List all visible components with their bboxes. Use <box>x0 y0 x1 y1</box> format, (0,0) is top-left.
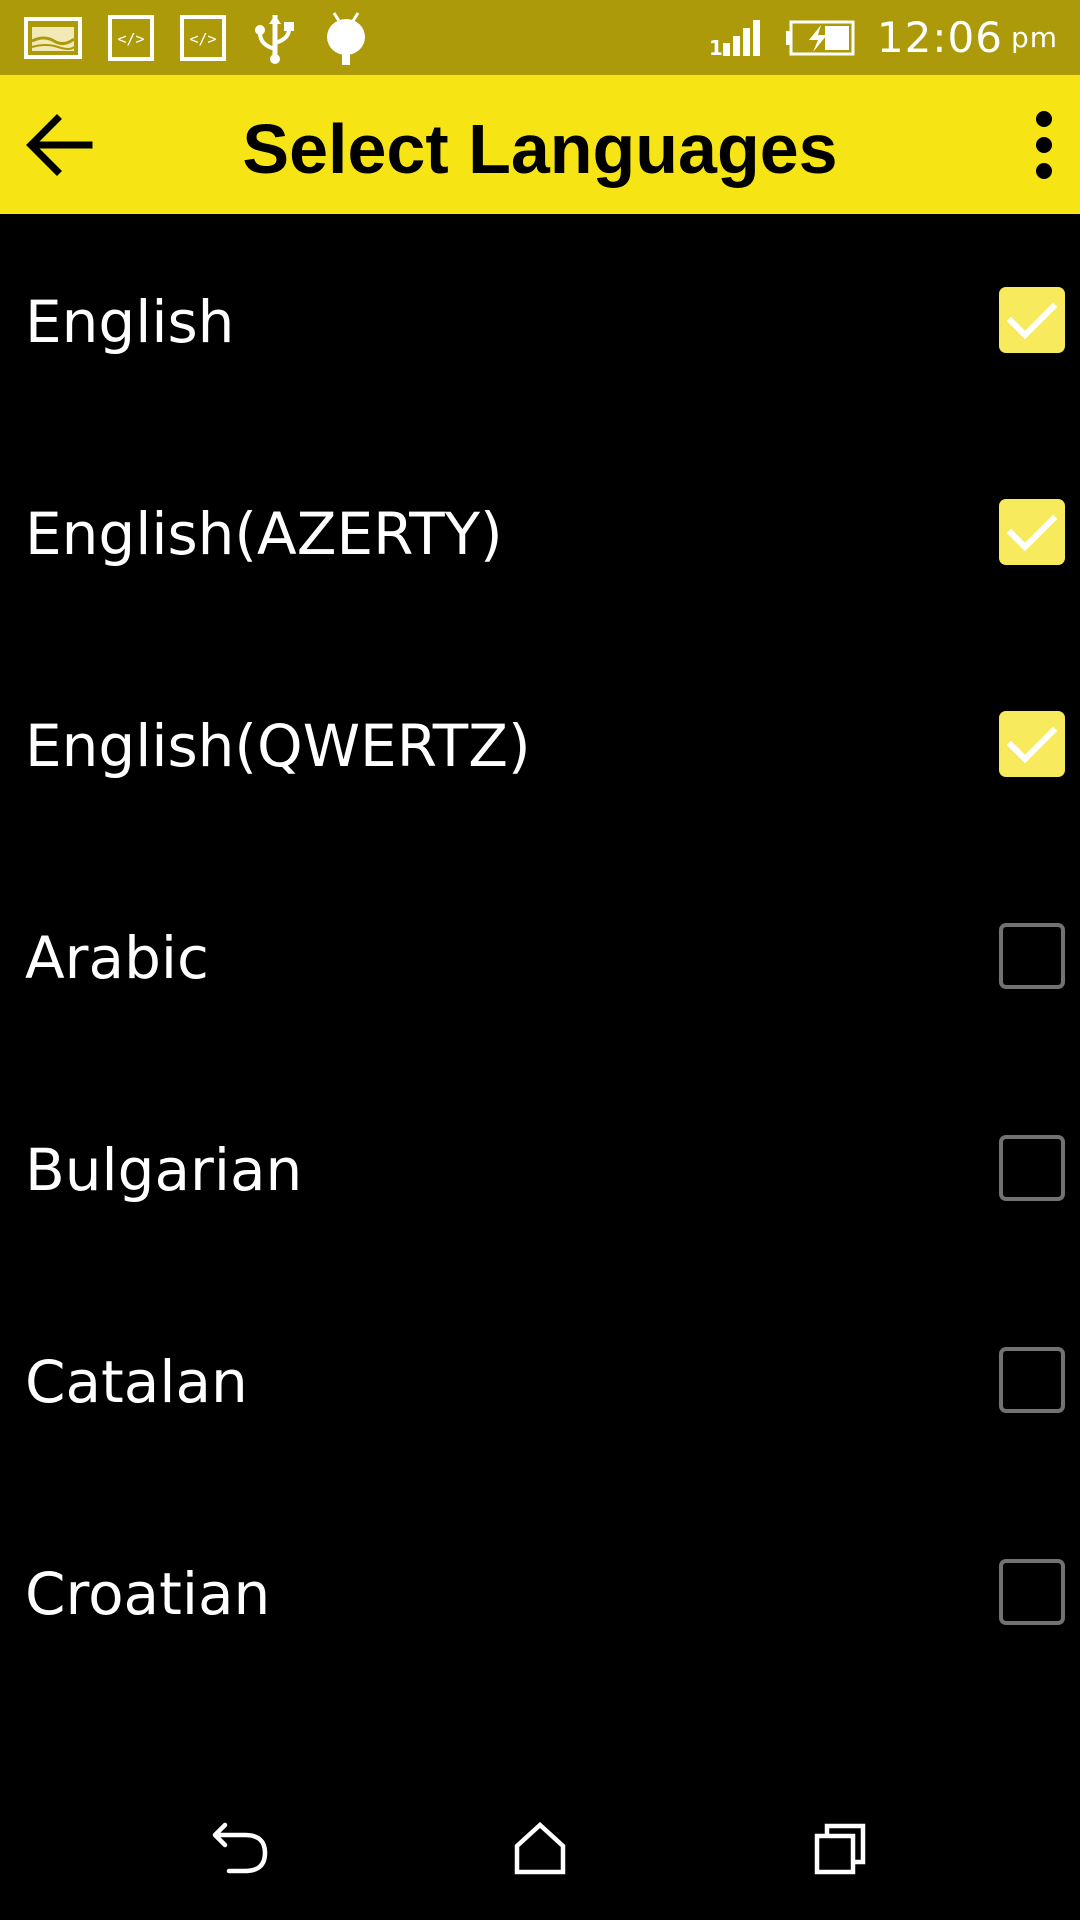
language-checkbox[interactable] <box>999 1135 1065 1201</box>
nav-home-button[interactable] <box>485 1804 595 1894</box>
language-checkbox[interactable] <box>999 287 1065 353</box>
status-system-icons: 1 12:06 pm <box>687 13 1058 62</box>
language-item[interactable]: English(AZERTY) <box>0 426 1080 638</box>
signal-icon: 1 <box>709 19 763 57</box>
nav-back-button[interactable] <box>186 1804 296 1894</box>
android-debug-icon <box>324 9 368 67</box>
battery-charging-icon <box>785 19 855 57</box>
language-label: English(AZERTY) <box>25 500 503 568</box>
language-label: English <box>25 288 235 356</box>
more-options-button[interactable] <box>1016 103 1072 187</box>
language-checkbox[interactable] <box>999 499 1065 565</box>
check-icon <box>1006 302 1058 340</box>
check-icon <box>1006 514 1058 552</box>
nav-recents-icon <box>814 1823 866 1875</box>
language-label: Croatian <box>25 1560 271 1628</box>
svg-text:</>: </> <box>117 30 144 48</box>
image-notification-icon <box>24 16 82 59</box>
nav-home-icon <box>514 1822 566 1875</box>
code-notification-icon: </> <box>108 14 154 61</box>
status-clock: 12:06 pm <box>877 13 1058 62</box>
language-list: English English(AZERTY) English(QWERTZ) … <box>0 214 1080 1774</box>
language-label: Bulgarian <box>25 1136 303 1204</box>
usb-icon <box>252 11 298 65</box>
language-item[interactable]: English <box>0 214 1080 426</box>
status-ampm: pm <box>1010 21 1058 54</box>
language-item[interactable]: Arabic <box>0 850 1080 1062</box>
language-label: Arabic <box>25 924 209 992</box>
svg-text:1: 1 <box>709 36 723 57</box>
language-item[interactable]: Bulgarian <box>0 1062 1080 1274</box>
status-time: 12:06 <box>876 13 1003 62</box>
language-item[interactable]: Croatian <box>0 1486 1080 1698</box>
status-bar: </> </> 1 12:06 pm <box>0 0 1080 75</box>
nav-back-icon <box>212 1822 268 1874</box>
language-checkbox[interactable] <box>999 711 1065 777</box>
language-checkbox[interactable] <box>999 1559 1065 1625</box>
code-notification-icon: </> <box>180 14 226 61</box>
navigation-bar <box>0 1774 1080 1920</box>
status-notification-icons: </> </> <box>24 9 394 67</box>
check-icon <box>1006 726 1058 764</box>
app-bar: Select Languages <box>0 75 1080 214</box>
language-item[interactable]: Catalan <box>0 1274 1080 1486</box>
language-label: Catalan <box>25 1348 248 1416</box>
language-label: English(QWERTZ) <box>25 712 531 780</box>
svg-text:</>: </> <box>189 30 216 48</box>
language-item[interactable]: English(QWERTZ) <box>0 638 1080 850</box>
more-vert-icon <box>1036 111 1052 179</box>
page-title: Select Languages <box>242 110 838 188</box>
nav-recents-button[interactable] <box>785 1804 895 1894</box>
language-checkbox[interactable] <box>999 923 1065 989</box>
language-checkbox[interactable] <box>999 1347 1065 1413</box>
